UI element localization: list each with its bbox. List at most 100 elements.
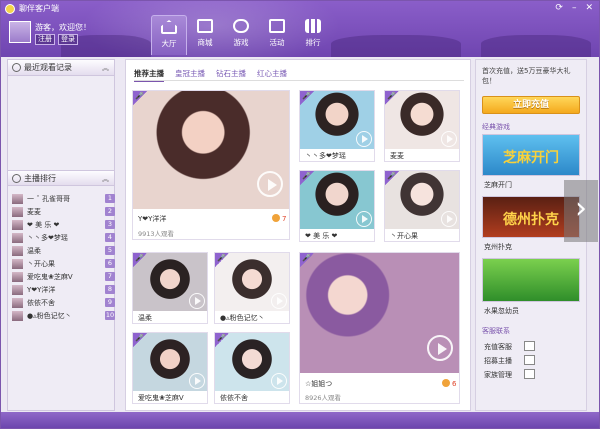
crowd-decoration (481, 35, 591, 57)
heat-badge: 7 (272, 214, 286, 223)
play-icon[interactable] (271, 293, 287, 309)
play-icon[interactable] (356, 131, 372, 147)
rank-row[interactable]: Y❤Y洋洋 8 (12, 283, 116, 296)
game-name[interactable]: 芝麻开门 (484, 180, 512, 190)
streamer-card[interactable]: 🎤 丶丶多❤梦瑶 (299, 90, 375, 162)
register-button[interactable]: 注册 (35, 34, 55, 45)
nav-item-shop[interactable]: 商城 (187, 15, 223, 55)
rank-number: 9 (105, 298, 115, 307)
chevron-up-icon[interactable]: ︽ (102, 60, 109, 76)
game-name[interactable]: 克州扑克 (484, 242, 512, 252)
streamer-card[interactable]: 🎤 ❤ 美 乐 ❤ (299, 170, 375, 242)
nav-item-hall[interactable]: 大厅 (151, 15, 187, 55)
rank-number: 10 (105, 311, 115, 320)
next-arrow-icon[interactable]: › (564, 180, 598, 242)
avatar (12, 193, 23, 204)
nav-item-games[interactable]: 游戏 (223, 15, 259, 55)
close-icon[interactable]: ✕ (585, 3, 593, 13)
rank-name: ●▵粉色记忆丶 (27, 311, 72, 320)
avatar (12, 258, 23, 269)
refresh-icon[interactable]: ⟳ (555, 3, 563, 13)
rank-name: Y❤Y洋洋 (27, 285, 56, 294)
footer-bar (1, 412, 599, 428)
rank-section-header[interactable]: 主播排行 ︽ (8, 170, 114, 186)
service-title: 客服联系 (482, 327, 510, 335)
mic-badge-icon: 🎤 (300, 253, 314, 267)
main-content: 推荐主播 皇冠主播 钻石主播 红心主播 🎤 Y❤Y洋洋 9913人观看 7 🎤 … (125, 59, 471, 411)
streamer-card-large[interactable]: 🎤 ☆姐姐つ 8926人观看 6 (299, 252, 460, 404)
game-name[interactable]: 水果忽幼员 (484, 306, 519, 316)
rank-row[interactable]: 一 ˆ 孔雀哥哥 1 (12, 192, 116, 205)
streamer-name: ●▵粉色记忆丶 (220, 314, 265, 322)
nav-label: 活动 (269, 38, 285, 47)
streamer-name: 温柔 (138, 314, 152, 322)
streamer-card-large[interactable]: 🎤 Y❤Y洋洋 9913人观看 7 (132, 90, 290, 240)
user-avatar[interactable] (9, 21, 31, 43)
mic-badge-icon: 🎤 (133, 333, 147, 347)
chat-icon[interactable] (524, 355, 535, 365)
rank-number: 7 (105, 272, 115, 281)
streamer-card[interactable]: 🎤 麦麦 (384, 90, 460, 162)
streamer-name: 爱吃鬼❀芝麻Ⅴ (138, 394, 184, 402)
service-family[interactable]: 家族管理 (484, 370, 512, 380)
streamer-card[interactable]: 🎤 ●▵粉色记忆丶 (214, 252, 290, 324)
streamer-card[interactable]: 🎤 温柔 (132, 252, 208, 324)
nav-label: 商城 (197, 38, 213, 47)
heat-icon (272, 214, 280, 222)
recent-section-header[interactable]: 最近观看记录 ︽ (8, 60, 114, 76)
play-icon[interactable] (271, 373, 287, 389)
chat-icon[interactable] (524, 369, 535, 379)
rank-row[interactable]: 依依不舍 9 (12, 296, 116, 309)
play-icon[interactable] (257, 171, 283, 197)
streamer-card[interactable]: 🎤 依依不舍 (214, 332, 290, 404)
rank-row[interactable]: 爱吃鬼❀芝麻Ⅴ 7 (12, 270, 116, 283)
heat-value: 6 (452, 380, 457, 388)
rank-number: 8 (105, 285, 115, 294)
rank-row[interactable]: 温柔 5 (12, 244, 116, 257)
streamer-card[interactable]: 🎤 丶开心果 (384, 170, 460, 242)
rank-row[interactable]: 丶开心果 6 (12, 257, 116, 270)
view-count: 8926人观看 (305, 394, 342, 402)
recharge-button[interactable]: 立即充值 (482, 96, 580, 114)
heat-badge: 6 (442, 379, 456, 388)
play-icon[interactable] (189, 373, 205, 389)
microphone-icon (12, 174, 21, 183)
mic-badge-icon: 🎤 (133, 91, 147, 105)
play-icon[interactable] (189, 293, 205, 309)
greeting-text: 游客，欢迎您！ (35, 23, 91, 32)
service-recruit[interactable]: 招募主播 (484, 356, 512, 366)
streamer-name: ❤ 美 乐 ❤ (305, 232, 338, 240)
game-banner-sesame[interactable]: 芝麻开门 (482, 134, 580, 176)
main-nav: 大厅 商城 游戏 活动 排行 (151, 15, 331, 55)
window-controls: ⟳ – ✕ (555, 3, 593, 13)
nav-item-ranking[interactable]: 排行 (295, 15, 331, 55)
nav-label: 游戏 (233, 38, 249, 47)
heat-value: 7 (282, 215, 287, 223)
minimize-icon[interactable]: – (572, 3, 577, 13)
avatar (12, 297, 23, 308)
rank-row[interactable]: ❤ 美 乐 ❤ 3 (12, 218, 116, 231)
streamer-name: ☆姐姐つ (305, 380, 333, 388)
chat-icon[interactable] (524, 341, 535, 351)
view-count: 9913人观看 (138, 230, 175, 238)
play-icon[interactable] (427, 335, 453, 361)
avatar (12, 245, 23, 256)
rank-row[interactable]: 麦麦 2 (12, 205, 116, 218)
chevron-up-icon[interactable]: ︽ (102, 171, 109, 187)
games-title: 经典游戏 (482, 123, 510, 131)
streamer-card[interactable]: 🎤 爱吃鬼❀芝麻Ⅴ (132, 332, 208, 404)
nav-label: 大厅 (161, 39, 177, 48)
rank-row[interactable]: 丶丶多❤梦瑶 4 (12, 231, 116, 244)
play-icon[interactable] (356, 211, 372, 227)
login-button[interactable]: 登录 (58, 34, 78, 45)
service-recharge[interactable]: 充值客服 (484, 342, 512, 352)
rank-name: 依依不舍 (27, 298, 55, 307)
nav-item-events[interactable]: 活动 (259, 15, 295, 55)
auth-buttons: 注册 登录 (35, 34, 78, 45)
play-icon[interactable] (441, 131, 457, 147)
rank-row[interactable]: ●▵粉色记忆丶 10 (12, 309, 116, 322)
avatar (12, 219, 23, 230)
mic-badge-icon: 🎤 (300, 91, 314, 105)
game-banner-fruit[interactable] (482, 258, 580, 302)
play-icon[interactable] (441, 211, 457, 227)
